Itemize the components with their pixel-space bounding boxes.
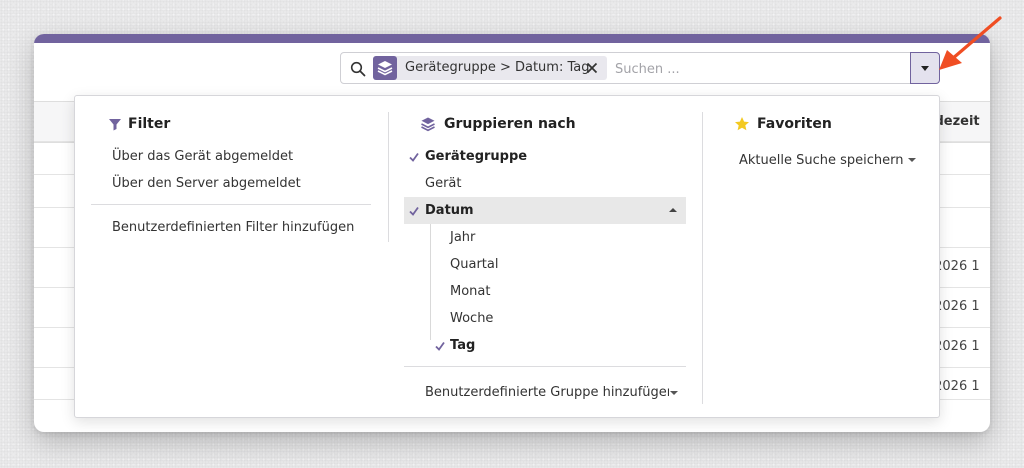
filter-item-device-logout[interactable]: Über das Gerät abgemeldet xyxy=(112,149,293,164)
date-option-week[interactable]: Woche xyxy=(450,311,493,326)
date-options-guide xyxy=(430,224,431,340)
caret-down-icon xyxy=(670,390,678,395)
column-divider xyxy=(702,112,703,404)
column-divider xyxy=(388,112,389,242)
add-custom-group-button[interactable]: Benutzerdefinierte Gruppe hinzufügen xyxy=(425,382,681,401)
check-icon xyxy=(409,152,419,162)
date-option-quarter[interactable]: Quartal xyxy=(450,257,498,272)
check-icon xyxy=(435,341,445,351)
top-navbar xyxy=(34,34,990,43)
search-bar: Gerätegruppe > Datum: Tag xyxy=(340,52,938,84)
date-option-year[interactable]: Jahr xyxy=(450,230,475,245)
search-icon xyxy=(350,61,366,77)
add-custom-group-label: Benutzerdefinierte Gruppe hinzufügen xyxy=(425,385,669,400)
groupby-divider xyxy=(404,366,686,367)
check-icon xyxy=(409,206,419,216)
layers-icon xyxy=(373,56,397,80)
groupby-item-device-group[interactable]: Gerätegruppe xyxy=(425,149,527,164)
groupby-item-date[interactable]: Datum xyxy=(425,203,474,218)
funnel-icon xyxy=(109,119,121,131)
filter-section-title: Filter xyxy=(128,116,171,132)
search-options-dropdown: Filter Über das Gerät abgemeldet Über de… xyxy=(74,95,940,418)
star-icon xyxy=(735,117,749,131)
save-current-search-label: Aktuelle Suche speichern xyxy=(739,153,904,168)
groupby-item-device[interactable]: Gerät xyxy=(425,176,461,191)
date-option-day[interactable]: Tag xyxy=(450,338,475,353)
annotation-arrow-icon xyxy=(939,16,1002,70)
favorites-section-title: Favoriten xyxy=(757,116,832,132)
search-facet[interactable]: Gerätegruppe > Datum: Tag xyxy=(373,56,607,80)
layers-icon xyxy=(421,117,435,132)
close-icon[interactable] xyxy=(585,60,599,76)
search-input[interactable] xyxy=(613,58,907,80)
date-option-month[interactable]: Monat xyxy=(450,284,490,299)
filter-item-server-logout[interactable]: Über den Server abgemeldet xyxy=(112,176,301,191)
filter-divider xyxy=(91,204,371,205)
add-custom-filter-button[interactable]: Benutzerdefinierten Filter hinzufügen xyxy=(112,220,354,235)
save-current-search-button[interactable]: Aktuelle Suche speichern xyxy=(739,149,916,168)
caret-up-icon xyxy=(669,208,677,212)
facet-label: Gerätegruppe > Datum: Tag xyxy=(405,60,590,75)
groupby-section-title: Gruppieren nach xyxy=(444,116,576,132)
caret-down-icon xyxy=(907,157,916,162)
